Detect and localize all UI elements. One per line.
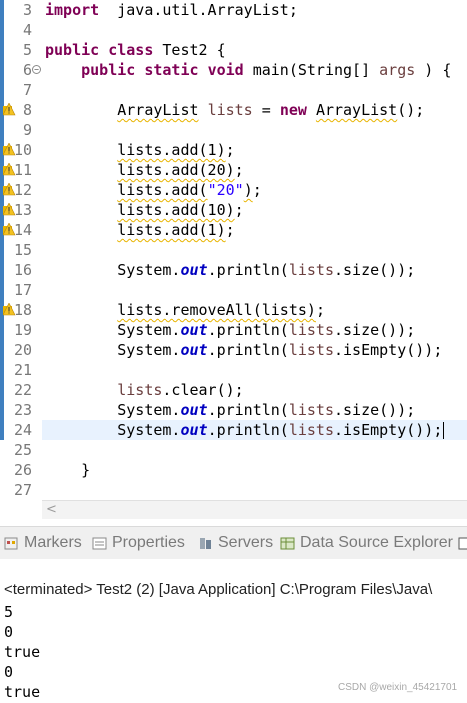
code-line[interactable]: 10 lists.add(1);: [0, 140, 467, 160]
line-number: 9: [22, 121, 32, 139]
properties-icon: [92, 537, 107, 550]
code-text: System.out.println(lists.size());: [45, 261, 416, 279]
code-text: ArrayList lists = new ArrayList();: [117, 101, 425, 119]
code-text: lists.add(10);: [117, 201, 244, 219]
code-line[interactable]: 19 System.out.println(lists.size());: [0, 320, 467, 340]
code-text: lists.add(1);: [117, 221, 235, 239]
line-number: 14: [13, 221, 32, 239]
code-line[interactable]: 4: [0, 20, 467, 40]
line-number: 5: [22, 41, 32, 59]
code-line[interactable]: 25: [0, 440, 467, 460]
line-number: 23: [13, 401, 32, 419]
code-line[interactable]: 8 ArrayList lists = new ArrayList();: [0, 100, 467, 120]
code-text: lists.add(20);: [117, 161, 244, 179]
line-number: 15: [13, 241, 32, 259]
code-text: lists.add(1);: [117, 141, 235, 159]
code-text: lists.add("20");: [117, 181, 262, 199]
line-number: 17: [13, 281, 32, 299]
console-output-line: 0: [4, 663, 14, 681]
code-text: System.out.println(lists.size());: [45, 321, 416, 339]
code-line[interactable]: 27: [0, 480, 467, 500]
line-number: 24: [13, 421, 32, 439]
code-line[interactable]: 5 public class Test2 {: [0, 40, 467, 60]
servers-icon: [200, 538, 211, 549]
console-output-line: 5: [4, 603, 14, 621]
view-tabs: Markers Properties Servers Data Source E…: [0, 526, 467, 560]
tab-label: Data Source Explorer: [300, 534, 453, 551]
code-line[interactable]: 12 lists.add("20");: [0, 180, 467, 200]
line-number: 16: [13, 261, 32, 279]
line-number: 19: [13, 321, 32, 339]
code-text: System.out.println(lists.isEmpty());: [45, 341, 443, 359]
code-line[interactable]: 16 System.out.println(lists.size());: [0, 260, 467, 280]
line-number: 4: [22, 21, 32, 39]
line-number: 27: [13, 481, 32, 499]
tab-overflow[interactable]: [458, 527, 467, 559]
code-line[interactable]: 9: [0, 120, 467, 140]
code-text: System.out.println(lists.size());: [45, 401, 416, 419]
code-line[interactable]: 14 lists.add(1);: [0, 220, 467, 240]
code-line[interactable]: 24 System.out.println(lists.isEmpty());: [0, 420, 467, 440]
line-number: 8: [22, 101, 32, 119]
code-text: }: [45, 461, 91, 479]
code-text: import java.util.ArrayList;: [45, 1, 298, 19]
console-output-line: true: [4, 643, 41, 661]
code-text: System.out.println(lists.isEmpty());: [45, 421, 445, 439]
fold-toggle-icon[interactable]: −: [32, 65, 41, 74]
code-line[interactable]: 23 System.out.println(lists.size());: [0, 400, 467, 420]
scroll-left-icon[interactable]: <: [46, 501, 57, 519]
data-source-icon: [280, 537, 295, 550]
code-line[interactable]: 17: [0, 280, 467, 300]
tab-label: Properties: [112, 534, 185, 551]
line-number: 10: [13, 141, 32, 159]
line-number: 20: [13, 341, 32, 359]
code-line[interactable]: 20 System.out.println(lists.isEmpty());: [0, 340, 467, 360]
code-line[interactable]: 6− public static void main(String[] args…: [0, 60, 467, 80]
code-line[interactable]: 21: [0, 360, 467, 380]
code-line[interactable]: 11 lists.add(20);: [0, 160, 467, 180]
line-number: 7: [22, 81, 32, 99]
line-number: 26: [13, 461, 32, 479]
console-output-line: 0: [4, 623, 14, 641]
code-line[interactable]: 26 }: [0, 460, 467, 480]
tab-label: Servers: [218, 534, 274, 551]
code-text: lists.clear();: [117, 381, 244, 399]
code-line[interactable]: 13 lists.add(10);: [0, 200, 467, 220]
line-number: 22: [13, 381, 32, 399]
line-number: 6: [22, 61, 32, 79]
code-text: lists.removeAll(lists);: [117, 301, 325, 319]
line-number: 21: [13, 361, 32, 379]
code-editor[interactable]: 3 import java.util.ArrayList; 4 5 public cla…: [0, 0, 467, 500]
watermark: CSDN @weixin_45421701: [338, 682, 458, 693]
code-line[interactable]: 7: [0, 80, 467, 100]
console-header: <terminated> Test2 (2) [Java Application…: [4, 581, 433, 598]
markers-icon: [4, 537, 18, 550]
code-text: public class Test2 {: [45, 41, 226, 59]
line-number: 11: [13, 161, 32, 179]
console-icon: [458, 537, 467, 550]
line-number: 12: [13, 181, 32, 199]
code-line[interactable]: 15: [0, 240, 467, 260]
horizontal-scrollbar[interactable]: <: [42, 500, 467, 519]
line-number: 3: [22, 1, 32, 19]
line-number: 18: [13, 301, 32, 319]
console-output-line: true: [4, 683, 41, 701]
tab-label: Markers: [24, 534, 82, 551]
code-line[interactable]: 18 lists.removeAll(lists);: [0, 300, 467, 320]
line-number: 25: [13, 441, 32, 459]
code-text: public static void main(String[] args ) …: [81, 61, 452, 79]
text-caret: [443, 422, 445, 439]
code-line[interactable]: 3 import java.util.ArrayList;: [0, 0, 467, 20]
code-line[interactable]: 22 lists.clear();: [0, 380, 467, 400]
line-number: 13: [13, 201, 32, 219]
